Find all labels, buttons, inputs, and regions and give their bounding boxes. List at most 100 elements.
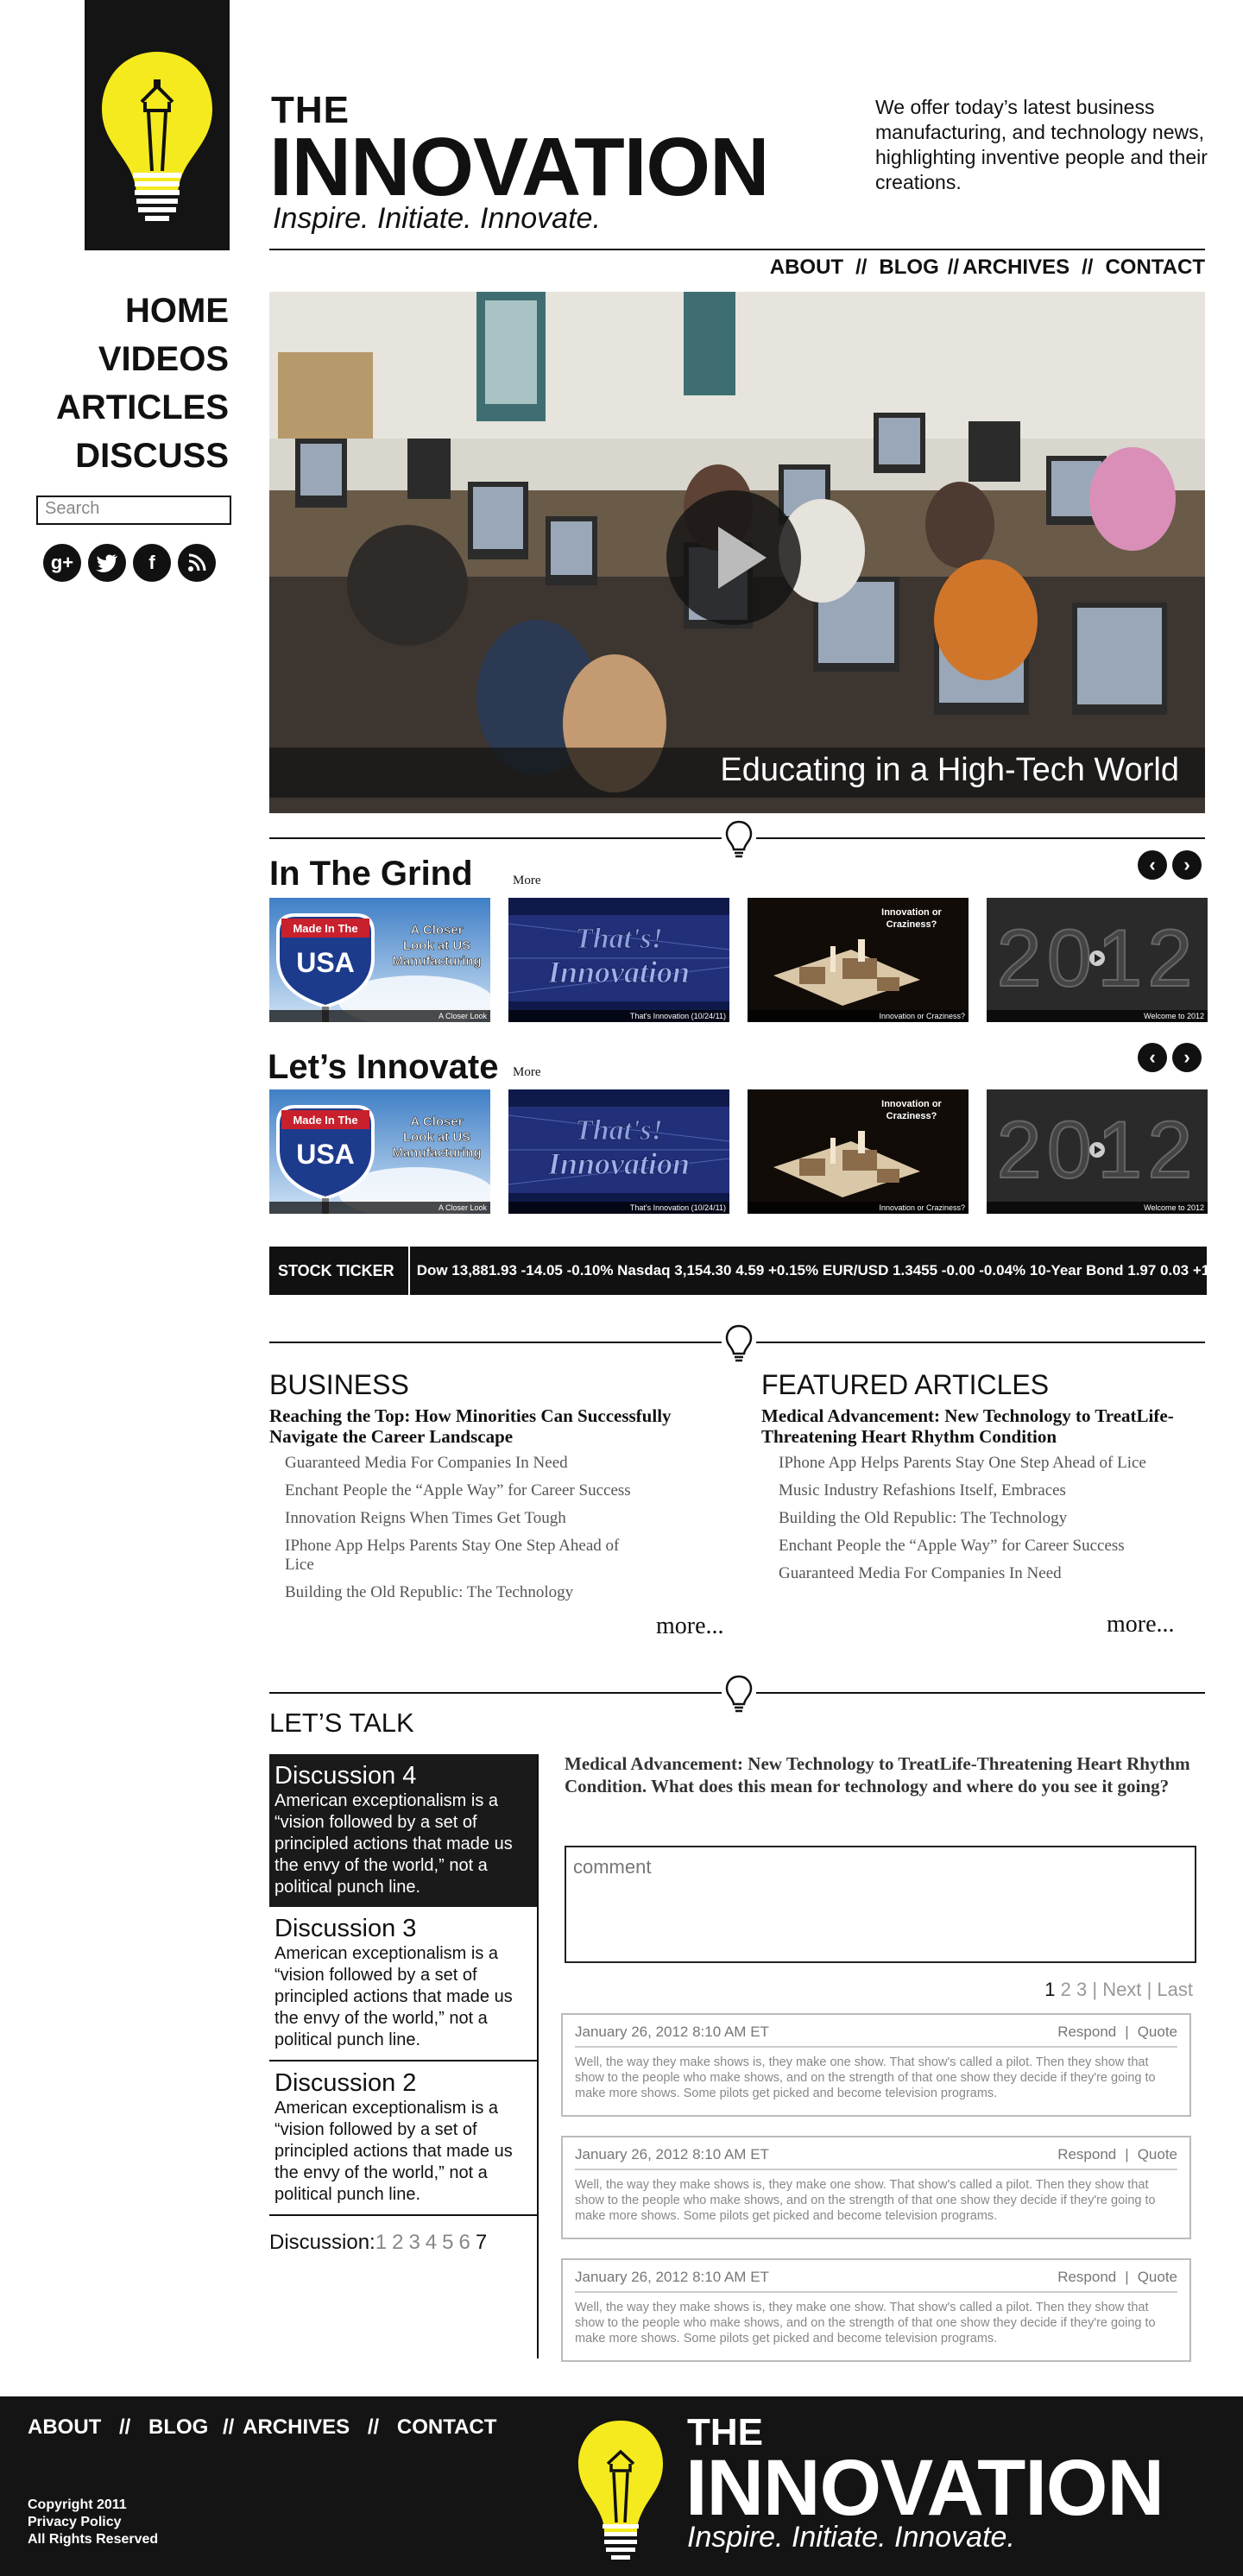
business-lead-article[interactable]: Reaching the Top: How Minorities Can Suc… <box>269 1405 735 1447</box>
nav-separator: // <box>855 256 868 279</box>
left-nav-home[interactable]: HOME <box>56 287 229 335</box>
list-item[interactable]: IPhone App Helps Parents Stay One Step A… <box>779 1454 1202 1473</box>
top-nav-about[interactable]: ABOUT <box>770 256 843 280</box>
discussion-item-2[interactable]: Discussion 2 American exceptionalism is … <box>269 2061 539 2216</box>
facebook-icon[interactable]: f <box>133 544 171 582</box>
featured-lead-article[interactable]: Medical Advancement: New Technology to T… <box>761 1405 1202 1447</box>
rights-text: All Rights Reserved <box>28 2532 159 2547</box>
hero-video[interactable]: Educating in a High-Tech World <box>269 292 1205 813</box>
video-thumbnail[interactable]: 2012 Welcome to 2012 <box>987 1089 1208 1214</box>
comment-page-current[interactable]: 1 <box>1044 1979 1055 2000</box>
featured-heading: FEATURED ARTICLES <box>761 1369 1050 1400</box>
discussion-page-link[interactable]: 6 <box>459 2231 470 2254</box>
discussion-page-link[interactable]: 5 <box>442 2231 453 2254</box>
respond-link[interactable]: Respond <box>1057 2146 1116 2162</box>
thumbnail-caption: Welcome to 2012 <box>1144 1012 1204 1020</box>
quote-link[interactable]: Quote <box>1138 2024 1177 2040</box>
in-the-grind-next-button[interactable]: › <box>1172 850 1202 880</box>
respond-link[interactable]: Respond <box>1057 2269 1116 2285</box>
discussion-page-link[interactable]: 3 <box>408 2231 420 2254</box>
lets-innovate-next-button[interactable]: › <box>1172 1043 1202 1072</box>
lets-innovate-more-link[interactable]: More <box>513 1065 541 1080</box>
list-item[interactable]: Music Industry Refashions Itself, Embrac… <box>779 1481 1202 1500</box>
list-item[interactable]: IPhone App Helps Parents Stay One Step A… <box>285 1537 647 1575</box>
rss-icon[interactable] <box>178 544 216 582</box>
list-item[interactable]: Guaranteed Media For Companies In Need <box>285 1454 647 1473</box>
list-item[interactable]: Guaranteed Media For Companies In Need <box>779 1564 1202 1583</box>
twitter-icon[interactable] <box>88 544 126 582</box>
list-item[interactable]: Enchant People the “Apple Way” for Caree… <box>285 1481 647 1500</box>
respond-link[interactable]: Respond <box>1057 2024 1116 2040</box>
footer-nav-about[interactable]: ABOUT <box>28 2415 101 2439</box>
discussion-list: Discussion 4 American exceptionalism is … <box>269 1754 539 2216</box>
video-thumbnail[interactable]: That's! Innovation That's Innovation (10/2… <box>508 898 729 1022</box>
comment-card: January 26, 2012 8:10 AM ET Respond | Quot… <box>561 2013 1191 2117</box>
comment-input[interactable]: comment <box>565 1846 1196 1963</box>
discussion-item-3[interactable]: Discussion 3 American exceptionalism is … <box>269 1907 539 2061</box>
nav-separator: // <box>367 2415 380 2439</box>
list-item[interactable]: Enchant People the “Apple Way” for Caree… <box>779 1537 1133 1556</box>
video-thumbnail[interactable]: Innovation or Craziness? Innovation or Cra… <box>748 898 969 1022</box>
brand-tagline: Inspire. Initiate. Innovate. <box>273 202 601 235</box>
google-plus-icon[interactable]: g+ <box>43 544 81 582</box>
nav-separator: // <box>223 2415 235 2439</box>
chevron-left-icon: ‹ <box>1149 1046 1156 1068</box>
comment-date: January 26, 2012 8:10 AM ET <box>575 2269 769 2285</box>
video-thumbnail[interactable]: Innovation or Craziness? Innovation or Cra… <box>748 1089 969 1214</box>
in-the-grind-prev-button[interactable]: ‹ <box>1138 850 1167 880</box>
svg-text:Innovation: Innovation <box>547 1146 690 1181</box>
svg-text:Innovation: Innovation <box>547 955 690 989</box>
comment-body: Well, the way they make shows is, they m… <box>575 2301 1156 2346</box>
discussion-title: Discussion 4 <box>274 1762 417 1790</box>
video-thumbnail[interactable]: Made In The USA A Closer Look at US Manufact… <box>269 1089 490 1214</box>
privacy-policy-link[interactable]: Privacy Policy <box>28 2514 158 2531</box>
pager-separator: | <box>1146 1979 1152 2000</box>
comment-last-link[interactable]: Last <box>1157 1979 1193 2000</box>
quote-link[interactable]: Quote <box>1138 2269 1177 2285</box>
list-item[interactable]: Building the Old Republic: The Technolog… <box>285 1583 647 1602</box>
top-nav-archives[interactable]: ARCHIVES <box>962 256 1069 280</box>
video-thumbnail[interactable]: That's! Innovation That's Innovation (10/2… <box>508 1089 729 1214</box>
svg-text:Manufacturing: Manufacturing <box>392 1146 481 1160</box>
footer-nav-archives[interactable]: ARCHIVES <box>243 2415 350 2439</box>
nav-separator: // <box>1082 256 1094 279</box>
footer-brand-tagline: Inspire. Initiate. Innovate. <box>687 2521 1015 2554</box>
lets-innovate-prev-button[interactable]: ‹ <box>1138 1043 1167 1072</box>
business-article-list: Guaranteed Media For Companies In Need E… <box>285 1454 647 1611</box>
lightbulb-logo-icon <box>102 52 212 221</box>
top-nav-blog[interactable]: BLOG <box>879 256 938 280</box>
discussion-page-link[interactable]: 4 <box>426 2231 437 2254</box>
business-more-link[interactable]: more... <box>656 1613 724 1640</box>
top-nav-contact[interactable]: CONTACT <box>1105 256 1205 280</box>
top-nav: ABOUT // BLOG // ARCHIVES // CONTACT <box>770 256 1205 280</box>
discussion-item-4[interactable]: Discussion 4 American exceptionalism is … <box>269 1754 539 1907</box>
left-nav-articles[interactable]: ARTICLES <box>56 383 229 432</box>
list-item[interactable]: Building the Old Republic: The Technolog… <box>779 1509 1202 1528</box>
comment-page-link[interactable]: 3 <box>1076 1979 1087 2000</box>
chevron-right-icon: › <box>1183 1046 1190 1068</box>
search-input[interactable]: Search <box>36 496 231 525</box>
comment-page-link[interactable]: 2 <box>1061 1979 1071 2000</box>
play-button[interactable] <box>666 490 801 625</box>
in-the-grind-more-link[interactable]: More <box>513 874 541 888</box>
left-nav-videos[interactable]: VIDEOS <box>56 335 229 383</box>
footer-nav-contact[interactable]: CONTACT <box>397 2415 497 2439</box>
lightbulb-divider-icon <box>722 1673 756 1714</box>
footer: ABOUT // BLOG // ARCHIVES // CONTACT Cop… <box>0 2396 1243 2576</box>
video-thumbnail[interactable]: Made In The USA A Closer Look at US Manufact… <box>269 898 490 1022</box>
comment-date: January 26, 2012 8:10 AM ET <box>575 2146 769 2162</box>
quote-link[interactable]: Quote <box>1138 2146 1177 2162</box>
logo[interactable] <box>85 0 230 250</box>
left-nav-discuss[interactable]: DISCUSS <box>56 432 229 480</box>
svg-text:A Closer: A Closer <box>410 923 463 938</box>
footer-nav-blog[interactable]: BLOG <box>148 2415 208 2439</box>
list-item[interactable]: Innovation Reigns When Times Get Tough <box>285 1509 647 1528</box>
discussion-pager-label: Discussion: <box>269 2231 375 2254</box>
discussion-page-link[interactable]: 1 <box>375 2231 387 2254</box>
comment-next-link[interactable]: Next <box>1102 1979 1141 2000</box>
featured-more-link[interactable]: more... <box>1107 1611 1175 1638</box>
discussion-page-link[interactable]: 2 <box>392 2231 403 2254</box>
video-thumbnail[interactable]: 2012 Welcome to 2012 <box>987 898 1208 1022</box>
svg-text:USA: USA <box>296 1139 355 1170</box>
discussion-page-current[interactable]: 7 <box>476 2231 487 2254</box>
